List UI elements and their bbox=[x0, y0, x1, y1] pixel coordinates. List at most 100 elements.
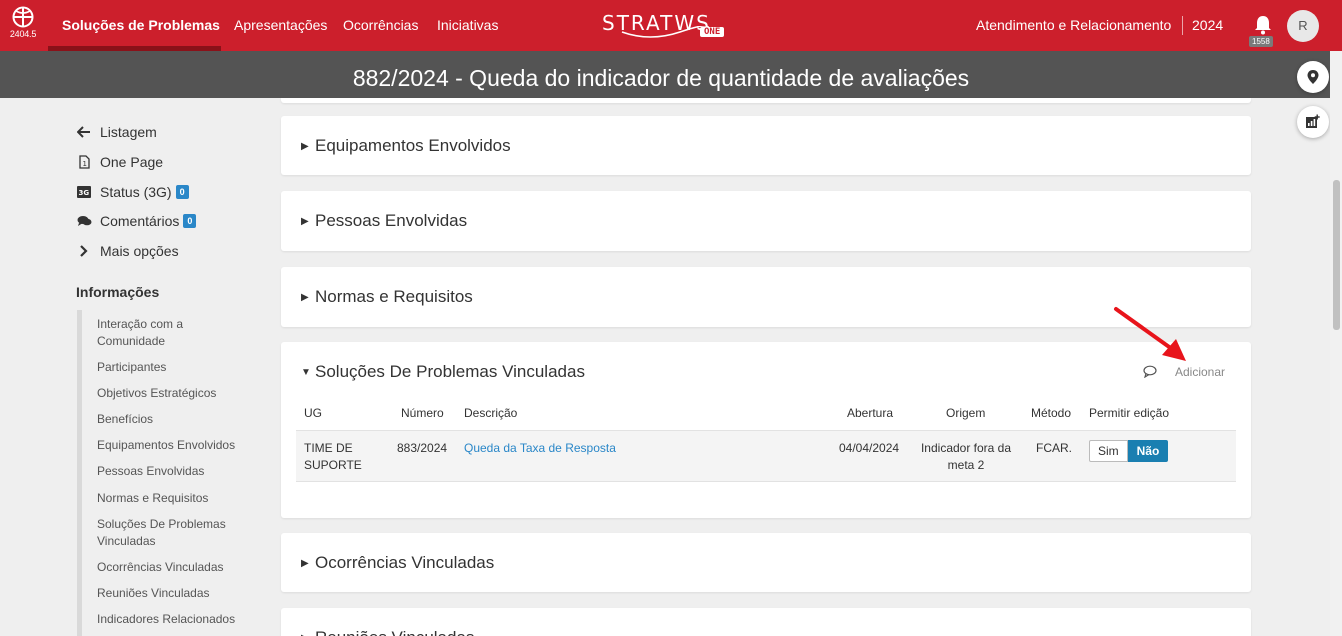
nav-iniciativas[interactable]: Iniciativas bbox=[437, 0, 498, 51]
column-header-origem: Origem bbox=[946, 406, 986, 420]
cell-abertura: 04/04/2024 bbox=[839, 441, 900, 455]
arrow-left-icon bbox=[77, 126, 90, 138]
annotation-arrow-icon bbox=[1114, 307, 1186, 361]
comments-icon bbox=[77, 216, 91, 226]
section-header-pessoas[interactable]: ▶ Pessoas Envolvidas bbox=[301, 211, 467, 231]
section-header-solucoes[interactable]: ▼ Soluções De Problemas Vinculadas bbox=[301, 362, 585, 382]
section-title: Reuniões Vinculadas bbox=[315, 628, 474, 636]
info-item-pessoas[interactable]: Pessoas Envolvidas bbox=[97, 463, 237, 480]
3g-icon: 3G bbox=[77, 186, 91, 198]
notification-count-badge: 1558 bbox=[1249, 36, 1273, 47]
caret-right-icon: ▶ bbox=[301, 633, 311, 636]
cell-descricao-link[interactable]: Queda da Taxa de Resposta bbox=[464, 440, 616, 457]
nav-ocorrencias[interactable]: Ocorrências bbox=[343, 0, 418, 51]
column-header-descricao: Descrição bbox=[464, 406, 518, 420]
svg-text:1: 1 bbox=[82, 160, 86, 168]
info-item-indicadores[interactable]: Indicadores Relacionados bbox=[97, 611, 237, 628]
cell-origem: Indicador fora da meta 2 bbox=[920, 441, 1012, 472]
previous-panel-bottom bbox=[281, 98, 1251, 103]
toggle-sim[interactable]: Sim bbox=[1089, 440, 1128, 462]
page-scrollbar[interactable] bbox=[1330, 51, 1342, 636]
section-reunioes: ▶ Reuniões Vinculadas bbox=[281, 608, 1251, 636]
toggle-nao[interactable]: Não bbox=[1127, 440, 1169, 462]
info-item-equipamentos[interactable]: Equipamentos Envolvidos bbox=[97, 437, 237, 454]
nav-solucoes-problemas[interactable]: Soluções de Problemas bbox=[62, 0, 220, 51]
sidebar-link-label: Listagem bbox=[100, 124, 157, 140]
info-item-normas[interactable]: Normas e Requisitos bbox=[97, 490, 237, 507]
version-label: 2404.5 bbox=[9, 29, 37, 39]
sidebar-link-one-page[interactable]: 1 One Page bbox=[76, 154, 163, 170]
map-pin-icon bbox=[1307, 70, 1319, 84]
section-header-normas[interactable]: ▶ Normas e Requisitos bbox=[301, 287, 473, 307]
logo-icon bbox=[12, 6, 34, 28]
section-equipamentos: ▶ Equipamentos Envolvidos bbox=[281, 116, 1251, 175]
cell-ug: TIME DE SUPORTE bbox=[304, 441, 362, 472]
add-solution-button[interactable]: Adicionar bbox=[1175, 365, 1225, 379]
app-logo[interactable]: 2404.5 bbox=[6, 6, 40, 39]
document-icon: 1 bbox=[78, 155, 90, 169]
sidebar-link-label: Status (3G) bbox=[100, 184, 172, 200]
info-heading: Informações bbox=[76, 284, 160, 300]
caret-right-icon: ▶ bbox=[301, 140, 309, 152]
column-header-numero: Número bbox=[401, 406, 444, 420]
comments-count-badge: 0 bbox=[183, 214, 197, 228]
sidebar-link-comentarios[interactable]: Comentários 0 bbox=[76, 213, 197, 229]
sidebar-link-mais-opcoes[interactable]: Mais opções bbox=[76, 243, 179, 259]
sidebar-link-label: Comentários bbox=[100, 213, 180, 229]
top-navbar: 2404.5 Soluções de Problemas Apresentaçõ… bbox=[0, 0, 1342, 51]
info-item-reunioes[interactable]: Reuniões Vinculadas bbox=[97, 585, 237, 602]
nav-apresentacoes[interactable]: Apresentações bbox=[234, 0, 327, 51]
bell-icon[interactable] bbox=[1252, 14, 1274, 36]
info-item-beneficios[interactable]: Benefícios bbox=[97, 411, 237, 428]
section-normas: ▶ Normas e Requisitos bbox=[281, 267, 1251, 327]
section-pessoas: ▶ Pessoas Envolvidas bbox=[281, 191, 1251, 251]
section-title: Ocorrências Vinculadas bbox=[315, 553, 495, 572]
page-title: 882/2024 - Queda do indicador de quantid… bbox=[352, 65, 970, 91]
caret-right-icon: ▶ bbox=[301, 557, 309, 569]
org-unit-selector[interactable]: Atendimento e Relacionamento bbox=[976, 0, 1171, 51]
section-ocorrencias: ▶ Ocorrências Vinculadas bbox=[281, 533, 1251, 592]
caret-right-icon: ▶ bbox=[301, 215, 309, 227]
section-title: Equipamentos Envolvidos bbox=[315, 136, 511, 155]
column-header-abertura: Abertura bbox=[847, 406, 894, 420]
add-chart-icon bbox=[1306, 114, 1320, 128]
cell-numero: 883/2024 bbox=[397, 441, 448, 455]
info-item-interacao[interactable]: Interação com a Comunidade bbox=[97, 316, 237, 350]
section-header-reunioes[interactable]: ▶ Reuniões Vinculadas bbox=[301, 628, 474, 636]
column-header-permitir-edicao: Permitir edição bbox=[1089, 406, 1170, 420]
section-solucoes: ▼ Soluções De Problemas Vinculadas Adici… bbox=[281, 342, 1251, 518]
avatar[interactable]: R bbox=[1287, 10, 1319, 42]
chevron-right-icon bbox=[80, 245, 88, 257]
navbar-divider bbox=[1182, 16, 1183, 35]
info-item-solucoes[interactable]: Soluções De Problemas Vinculadas bbox=[97, 516, 237, 550]
year-selector[interactable]: 2024 bbox=[1192, 0, 1223, 51]
page-title-bar: 882/2024 - Queda do indicador de quantid… bbox=[0, 51, 1330, 98]
section-header-equipamentos[interactable]: ▶ Equipamentos Envolvidos bbox=[301, 136, 511, 156]
section-header-ocorrencias[interactable]: ▶ Ocorrências Vinculadas bbox=[301, 553, 494, 573]
comment-icon[interactable] bbox=[1143, 365, 1157, 378]
page-scrollbar-thumb[interactable] bbox=[1333, 180, 1340, 330]
table-row: TIME DE SUPORTE 883/2024 Queda da Taxa d… bbox=[296, 430, 1236, 482]
info-item-ocorrencias[interactable]: Ocorrências Vinculadas bbox=[97, 559, 237, 576]
brand-logo: STRATWS ONE bbox=[600, 8, 730, 42]
sidebar-link-label: One Page bbox=[100, 154, 164, 170]
info-nav-bar bbox=[77, 310, 82, 636]
sidebar-link-listagem[interactable]: Listagem bbox=[76, 124, 157, 140]
add-chart-button[interactable] bbox=[1297, 106, 1329, 138]
column-header-ug: UG bbox=[304, 406, 322, 420]
brand-suffix: ONE bbox=[700, 27, 725, 37]
brand-swoosh-icon bbox=[621, 26, 709, 38]
caret-right-icon: ▶ bbox=[301, 291, 309, 303]
info-item-objetivos[interactable]: Objetivos Estratégicos bbox=[97, 385, 237, 402]
info-item-participantes[interactable]: Participantes bbox=[97, 359, 237, 376]
cell-metodo: FCAR. bbox=[1036, 441, 1072, 455]
location-button[interactable] bbox=[1297, 61, 1329, 93]
caret-down-icon: ▼ bbox=[301, 366, 311, 378]
column-header-metodo: Método bbox=[1031, 406, 1072, 420]
edit-permission-toggle[interactable]: Sim Não bbox=[1089, 440, 1169, 462]
status-count-badge: 0 bbox=[175, 185, 189, 199]
svg-text:3G: 3G bbox=[79, 189, 90, 197]
section-title: Pessoas Envolvidas bbox=[315, 211, 468, 230]
sidebar-link-status[interactable]: 3G Status (3G) 0 bbox=[76, 184, 189, 200]
section-title: Soluções De Problemas Vinculadas bbox=[315, 362, 585, 381]
